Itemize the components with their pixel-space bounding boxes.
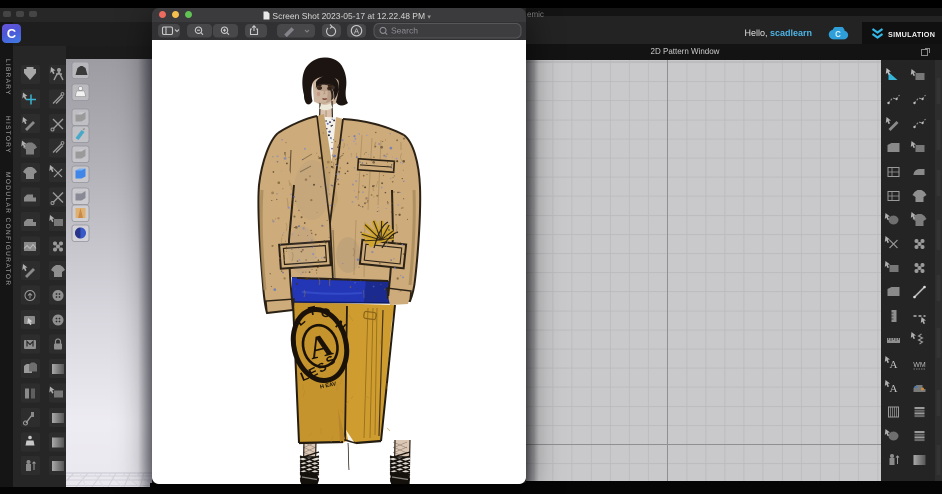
svg-text:C: C <box>835 30 841 39</box>
svg-text:A: A <box>354 26 359 35</box>
svg-text:Search: Search <box>391 26 418 36</box>
svg-text:A: A <box>890 383 898 395</box>
svg-text:A: A <box>890 359 898 371</box>
svg-text:WM: WM <box>913 362 926 369</box>
